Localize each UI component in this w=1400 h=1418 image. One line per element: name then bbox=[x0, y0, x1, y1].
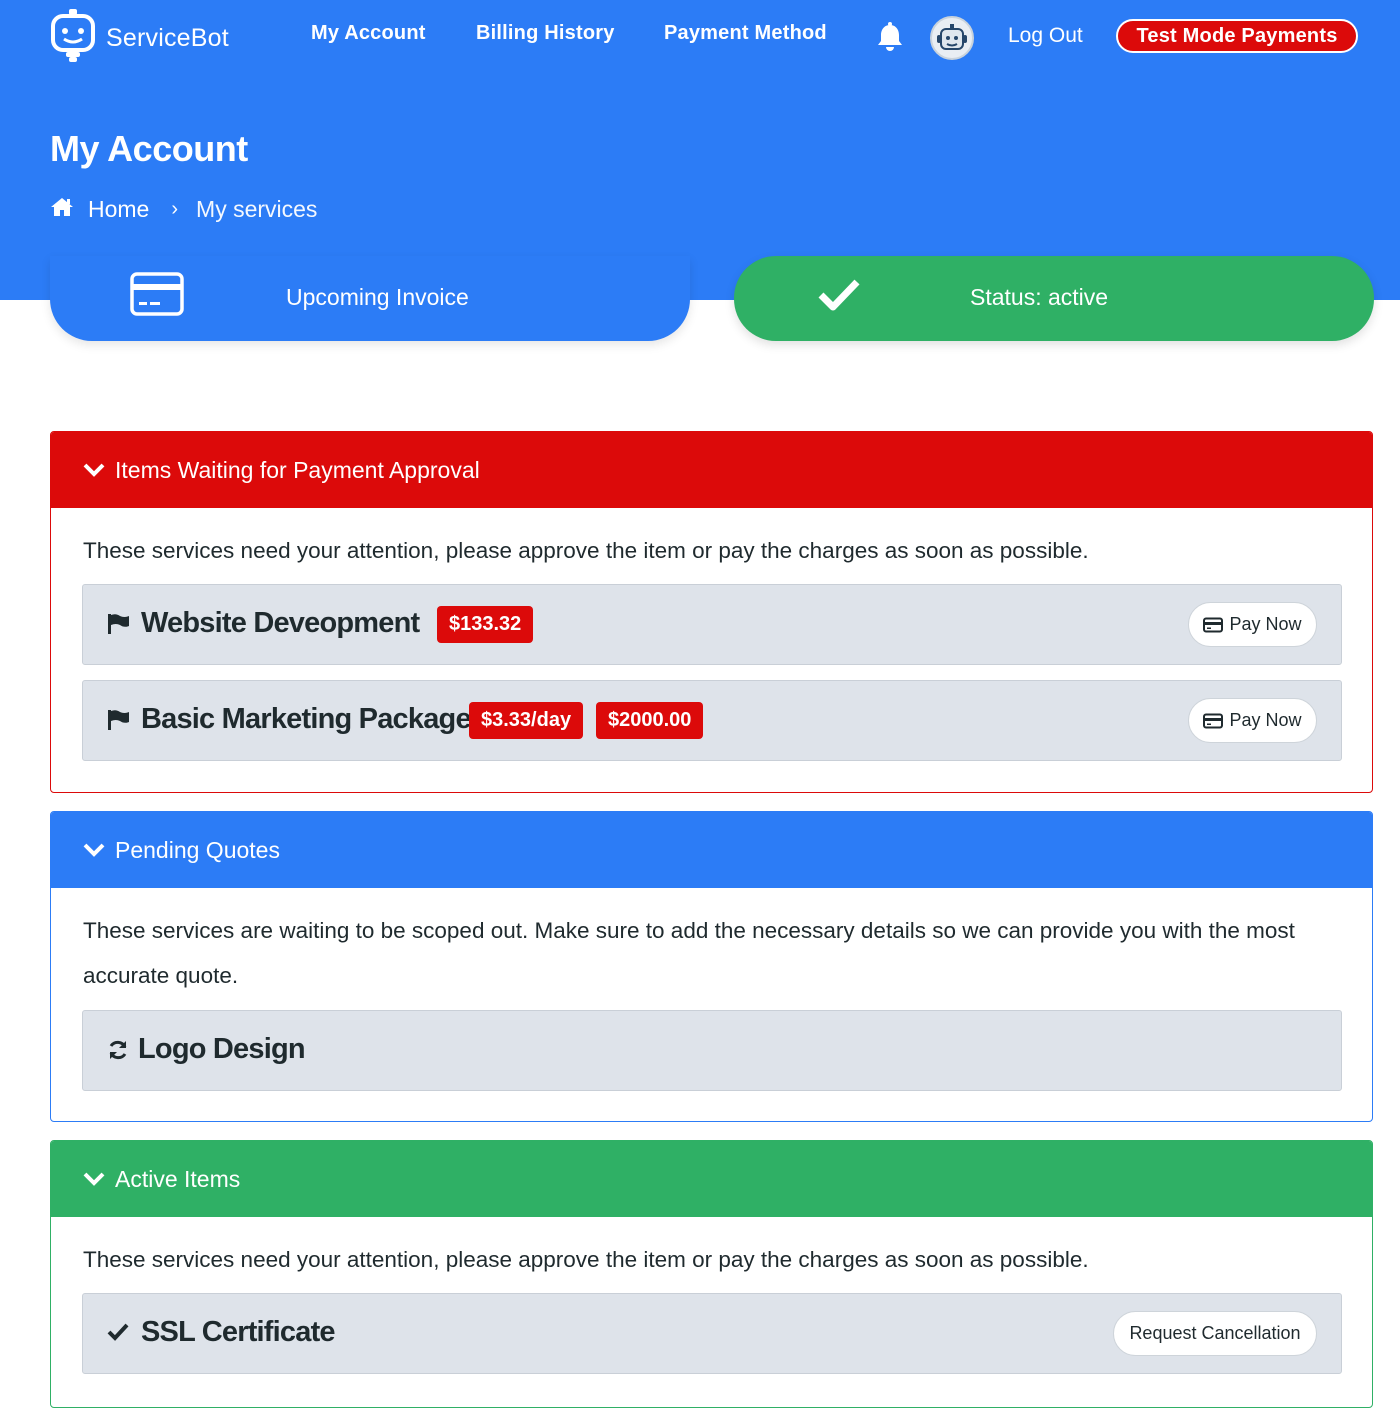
request-cancellation-label: Request Cancellation bbox=[1129, 1323, 1301, 1343]
item-title: Logo Design bbox=[138, 1033, 306, 1065]
pay-now-button[interactable]: Pay Now bbox=[1188, 698, 1317, 743]
request-cancellation-button[interactable]: Request Cancellation bbox=[1113, 1311, 1317, 1356]
list-item: Website Deveopment $133.32 Pay Now bbox=[82, 584, 1342, 665]
nav-my-account[interactable]: My Account bbox=[311, 22, 426, 45]
breadcrumb: Home › My services bbox=[50, 196, 317, 223]
payment-approval-description: These services need your attention, plea… bbox=[83, 538, 1089, 563]
brand-logo[interactable]: ServiceBot bbox=[50, 8, 229, 68]
check-icon bbox=[818, 278, 860, 317]
credit-card-icon bbox=[130, 272, 184, 321]
payment-approval-panel: Items Waiting for Payment Approval These… bbox=[50, 431, 1373, 793]
list-item: SSL Certificate Request Cancellation bbox=[82, 1293, 1342, 1374]
servicebot-logo-icon bbox=[50, 8, 96, 69]
nav-payment-method[interactable]: Payment Method bbox=[664, 22, 827, 45]
price-badge: $2000.00 bbox=[596, 702, 704, 739]
home-icon[interactable] bbox=[50, 196, 74, 223]
item-title: Website Deveopment bbox=[141, 607, 420, 639]
price-badge: $3.33/day bbox=[469, 702, 584, 739]
chevron-down-icon bbox=[83, 463, 105, 477]
upcoming-invoice-label: Upcoming Invoice bbox=[286, 284, 469, 310]
list-item: Basic Marketing Package $3.33/day $2000.… bbox=[82, 680, 1342, 761]
payment-approval-header[interactable]: Items Waiting for Payment Approval bbox=[51, 432, 1372, 508]
credit-card-icon bbox=[1203, 617, 1224, 632]
chevron-down-icon bbox=[83, 1172, 105, 1186]
pending-quotes-panel: Pending Quotes These services are waitin… bbox=[50, 811, 1373, 1122]
brand-name: ServiceBot bbox=[106, 23, 229, 52]
pending-quotes-title: Pending Quotes bbox=[115, 836, 280, 863]
avatar[interactable] bbox=[930, 16, 974, 60]
flag-icon bbox=[107, 709, 131, 736]
item-title: Basic Marketing Package bbox=[141, 703, 472, 735]
pending-quotes-description: These services are waiting to be scoped … bbox=[83, 918, 1295, 988]
bell-icon[interactable] bbox=[876, 22, 904, 52]
chevron-right-icon: › bbox=[171, 198, 179, 220]
check-icon bbox=[107, 1322, 129, 1347]
logout-link[interactable]: Log Out bbox=[1008, 24, 1083, 48]
pay-now-button[interactable]: Pay Now bbox=[1188, 602, 1317, 647]
test-mode-badge[interactable]: Test Mode Payments bbox=[1116, 19, 1358, 53]
pay-now-label: Pay Now bbox=[1229, 710, 1302, 730]
status-card[interactable]: Status: active bbox=[734, 256, 1374, 341]
item-title: SSL Certificate bbox=[141, 1316, 336, 1348]
status-label: Status: active bbox=[970, 284, 1109, 310]
nav-billing-history[interactable]: Billing History bbox=[476, 22, 615, 45]
active-items-title: Active Items bbox=[115, 1165, 241, 1192]
page-title: My Account bbox=[50, 128, 248, 169]
breadcrumb-current: My services bbox=[196, 196, 318, 222]
active-items-description: These services need your attention, plea… bbox=[83, 1247, 1089, 1272]
pay-now-label: Pay Now bbox=[1229, 614, 1302, 634]
navbar: ServiceBot My Account Billing History Pa… bbox=[0, 0, 1400, 76]
price-badge: $133.32 bbox=[437, 606, 534, 643]
breadcrumb-home[interactable]: Home bbox=[88, 196, 149, 223]
list-item: Logo Design bbox=[82, 1010, 1342, 1091]
active-items-panel: Active Items These services need your at… bbox=[50, 1140, 1373, 1408]
chevron-down-icon bbox=[83, 843, 105, 857]
payment-approval-title: Items Waiting for Payment Approval bbox=[115, 456, 480, 483]
active-items-header[interactable]: Active Items bbox=[51, 1141, 1372, 1217]
refresh-icon bbox=[107, 1039, 129, 1066]
upcoming-invoice-card[interactable]: Upcoming Invoice bbox=[50, 256, 690, 341]
pending-quotes-header[interactable]: Pending Quotes bbox=[51, 812, 1372, 888]
flag-icon bbox=[107, 613, 131, 640]
credit-card-icon bbox=[1203, 713, 1224, 728]
